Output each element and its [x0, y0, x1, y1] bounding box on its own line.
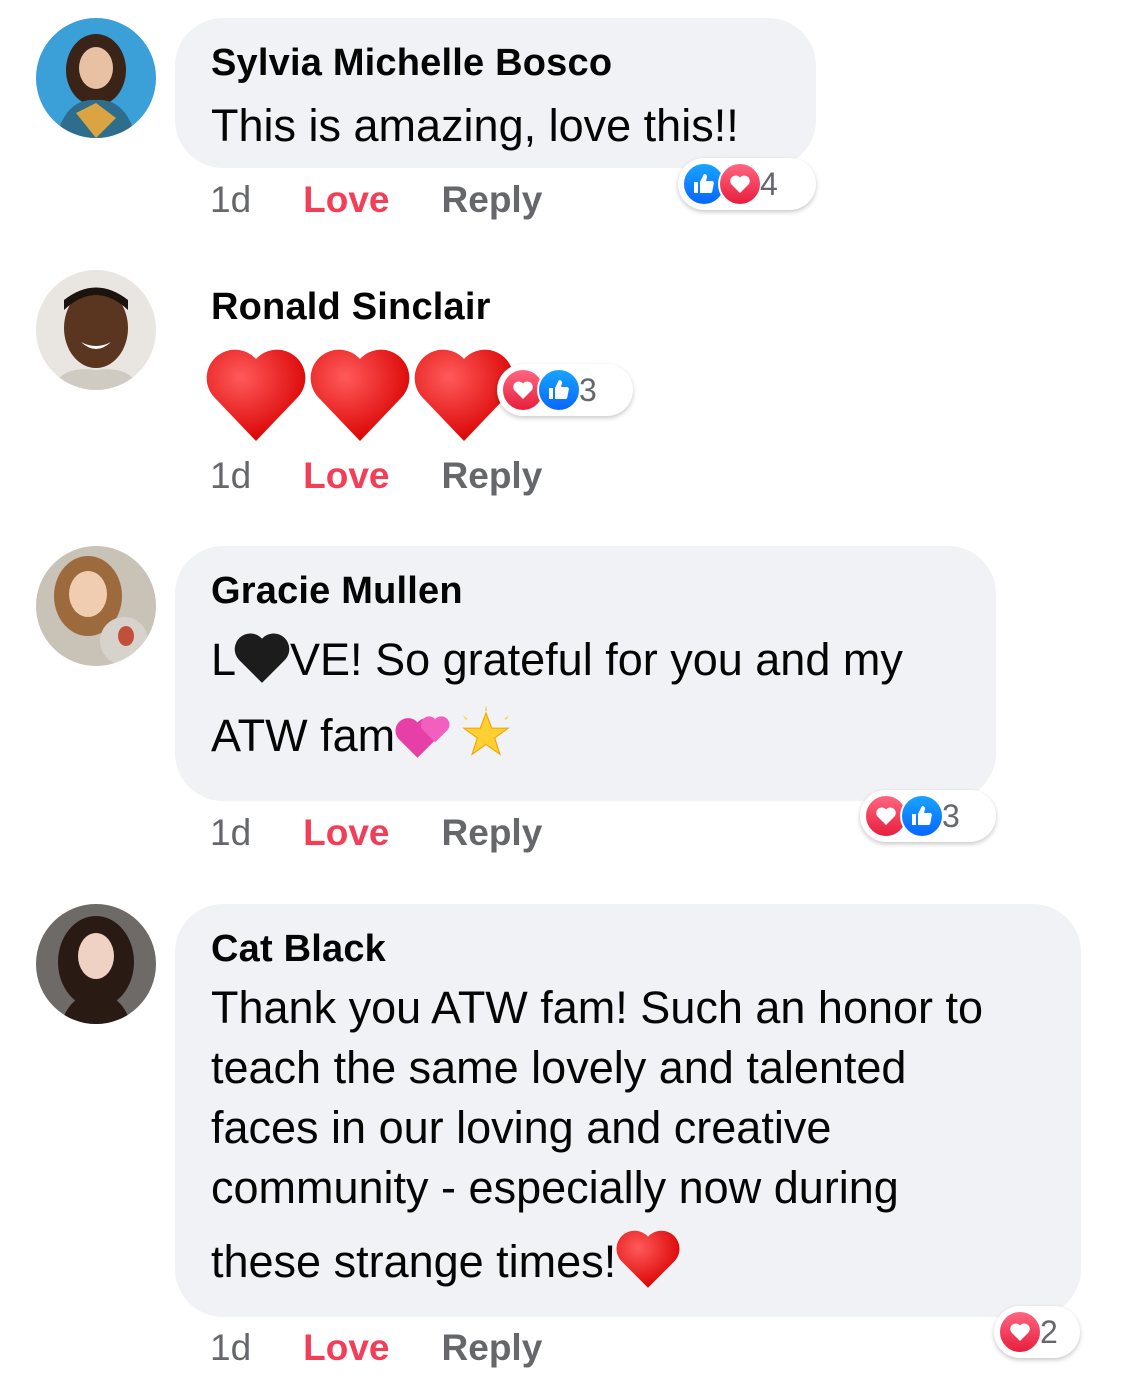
- comment-actions: 1d Love Reply: [210, 175, 542, 225]
- two-hearts-emoji: [395, 716, 450, 758]
- text-segment: L: [211, 634, 237, 685]
- reply-button[interactable]: Reply: [442, 455, 543, 497]
- comment-actions: 1d Love Reply: [210, 1323, 542, 1373]
- comment-text: L VE! So grateful for you and my ATW fam: [211, 622, 960, 774]
- comment-bubble: Sylvia Michelle Bosco This is amazing, l…: [175, 18, 816, 168]
- text-line: faces in our loving and creative: [211, 1102, 832, 1153]
- reaction-count: 3: [579, 371, 597, 408]
- comment-actions: 1d Love Reply: [210, 451, 542, 501]
- love-button[interactable]: Love: [303, 179, 389, 221]
- comment-body: Ronald Sinclair: [211, 284, 491, 330]
- avatar[interactable]: [36, 18, 156, 138]
- glowing-star-emoji: [462, 705, 510, 756]
- reaction-count: 4: [760, 165, 778, 202]
- love-icon: [718, 162, 762, 206]
- heart-emoji: [206, 349, 306, 441]
- timestamp[interactable]: 1d: [210, 455, 251, 497]
- like-icon: [537, 368, 581, 412]
- comment-bubble: Gracie Mullen L VE! So grateful for you a…: [175, 546, 996, 801]
- love-button[interactable]: Love: [303, 455, 389, 497]
- reaction-summary[interactable]: 2: [994, 1306, 1080, 1358]
- timestamp[interactable]: 1d: [210, 1327, 251, 1369]
- comment-author[interactable]: Cat Black: [211, 926, 1045, 972]
- text-line: teach the same lovely and talented: [211, 1042, 907, 1093]
- love-icon: [998, 1310, 1042, 1354]
- black-heart-emoji: [234, 633, 290, 684]
- reaction-summary[interactable]: 3: [860, 790, 996, 842]
- comment-text: This is amazing, love this!!: [211, 100, 739, 151]
- timestamp[interactable]: 1d: [210, 179, 251, 221]
- comment-text: Thank you ATW fam! Such an honor to teac…: [211, 978, 1045, 1292]
- reaction-count: 2: [1040, 1313, 1058, 1350]
- text-segment: ATW fam: [211, 710, 396, 761]
- timestamp[interactable]: 1d: [210, 812, 251, 854]
- reaction-summary[interactable]: 3: [497, 364, 633, 416]
- comment-text: [206, 345, 514, 443]
- comment-author[interactable]: Sylvia Michelle Bosco: [211, 40, 780, 86]
- reaction-summary[interactable]: 4: [678, 158, 816, 210]
- text-line: community - especially now during: [211, 1162, 899, 1213]
- love-button[interactable]: Love: [303, 812, 389, 854]
- like-icon: [900, 794, 944, 838]
- avatar[interactable]: [36, 904, 156, 1024]
- comment-bubble: Cat Black Thank you ATW fam! Such an hon…: [175, 904, 1081, 1317]
- reaction-count: 3: [942, 797, 960, 834]
- love-button[interactable]: Love: [303, 1327, 389, 1369]
- comment-actions: 1d Love Reply: [210, 808, 542, 858]
- red-heart-emoji: [616, 1230, 680, 1288]
- comment-author[interactable]: Gracie Mullen: [211, 568, 960, 614]
- text-line: these strange times!: [211, 1236, 617, 1287]
- avatar[interactable]: [36, 546, 156, 666]
- reply-button[interactable]: Reply: [442, 1327, 543, 1369]
- comment-author[interactable]: Ronald Sinclair: [211, 284, 491, 330]
- avatar[interactable]: [36, 270, 156, 390]
- reply-button[interactable]: Reply: [442, 812, 543, 854]
- text-line: Thank you ATW fam! Such an honor to: [211, 982, 984, 1033]
- heart-emoji: [310, 349, 410, 441]
- text-segment: VE! So grateful for you and my: [290, 634, 903, 685]
- reply-button[interactable]: Reply: [442, 179, 543, 221]
